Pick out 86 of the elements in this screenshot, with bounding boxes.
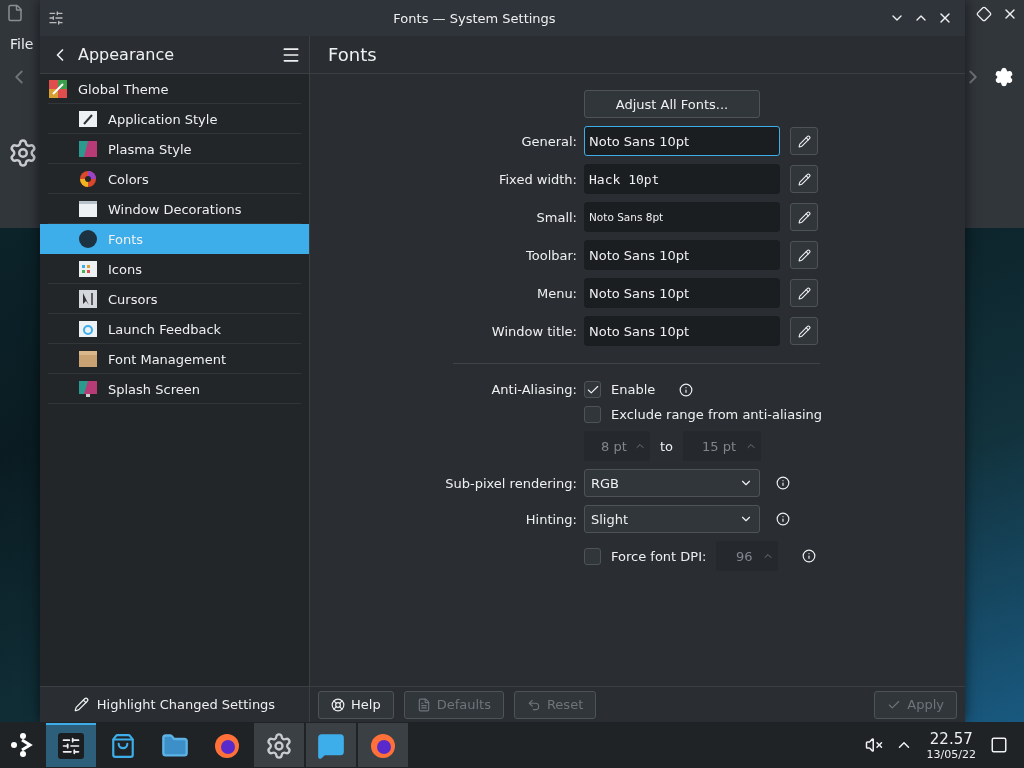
edit-font-button[interactable] [790,165,818,193]
undo-icon [526,697,541,712]
edit-font-button[interactable] [790,279,818,307]
box-icon [78,349,98,369]
document-icon [6,4,24,22]
font-field[interactable]: Noto Sans 10pt [584,240,780,270]
sidebar-item[interactable]: Launch Feedback [40,314,309,344]
pencil-icon [797,248,811,262]
sidebar-title: Appearance [78,45,176,64]
folder-icon [161,732,189,760]
edit-font-button[interactable] [790,317,818,345]
pencil-icon [797,286,811,300]
settings-icon [8,138,38,168]
info-icon[interactable] [679,382,694,397]
sidebar-item[interactable]: Icons [40,254,309,284]
info-icon[interactable] [776,476,790,490]
font-field[interactable]: Noto Sans 10pt [584,126,780,156]
icon-grid-icon [78,259,98,279]
diamond-icon [976,6,992,22]
bag-icon [110,733,136,759]
sidebar-item[interactable]: Font Management [40,344,309,374]
taskbar-app[interactable] [46,723,96,767]
brush-window-icon [78,109,98,129]
document-icon [416,697,431,712]
dropdown[interactable]: RGB [584,469,760,497]
plasma-window-icon [78,139,98,159]
show-desktop-icon[interactable] [990,736,1008,754]
sidebar-item[interactable]: Colors [40,164,309,194]
field-label: Fixed width: [498,171,577,187]
pencil-icon [797,172,811,186]
chat-icon [317,732,345,760]
sidebar-item[interactable]: Cursors [40,284,309,314]
busy-window-icon [78,319,98,339]
font-field[interactable]: Hack 10pt [584,164,780,194]
field-label: General: [521,133,577,149]
page-title: Fonts [328,44,377,65]
clock[interactable]: 22.57 13/05/22 [926,729,976,761]
field-label: Small: [536,209,577,225]
info-icon[interactable] [802,549,817,563]
pencil-icon [797,134,811,148]
muted-speaker-icon[interactable] [864,736,883,754]
sliders-icon [58,733,84,759]
field-label: Sub-pixel rendering: [445,475,577,491]
dropdown[interactable]: Slight [584,505,760,533]
pencil-icon [797,210,811,224]
taskbar-app[interactable] [306,723,356,767]
monitor-icon [78,379,98,399]
sidebar-item[interactable]: Splash Screen [40,374,309,404]
edit-font-button[interactable] [790,127,818,155]
sidebar-item[interactable]: Window Decorations [40,194,309,224]
pencil-icon [73,697,89,712]
font-field[interactable]: Noto Sans 8pt [584,202,780,232]
font-field[interactable]: Noto Sans 10pt [584,278,780,308]
edit-font-button[interactable] [790,203,818,231]
checkbox-label: Enable [611,382,656,397]
checkbox[interactable] [584,406,601,423]
range-label: to [660,438,674,454]
cursor-icon [78,289,98,309]
taskbar-app[interactable] [358,723,408,767]
adjust-all-fonts-button[interactable]: Adjust All Fonts... [584,90,760,118]
sidebar-item[interactable]: Application Style [40,104,309,134]
palette-icon [48,79,68,99]
help-button[interactable]: Help [318,690,394,719]
field-label: Window title: [491,323,577,339]
menu-item[interactable]: File [10,36,34,52]
settings-icon [994,67,1014,87]
field-label: Toolbar: [526,247,577,263]
edit-font-button[interactable] [790,241,818,269]
field-label: Menu: [536,285,577,301]
checkbox-label: Exclude range from anti-aliasing [611,407,822,422]
taskbar-app[interactable] [254,723,304,767]
font-field[interactable]: Noto Sans 10pt [584,316,780,346]
checkbox[interactable] [584,381,601,398]
color-wheel-icon [78,169,98,189]
settings-icon [265,732,293,760]
highlight-changed-button[interactable]: Highlight Changed Settings [40,686,309,722]
field-label: Hinting: [525,511,577,527]
field-label: Anti-Aliasing: [491,382,577,397]
info-icon[interactable] [776,512,790,526]
sidebar-item[interactable]: Plasma Style [40,134,309,164]
sidebar-item[interactable]: Global Theme [40,74,309,104]
help-icon [331,697,345,712]
checkbox-label: Force font DPI: [611,548,707,564]
pencil-icon [797,324,811,338]
sliders-icon [48,10,64,26]
window-title: Fonts — System Settings [392,10,557,26]
